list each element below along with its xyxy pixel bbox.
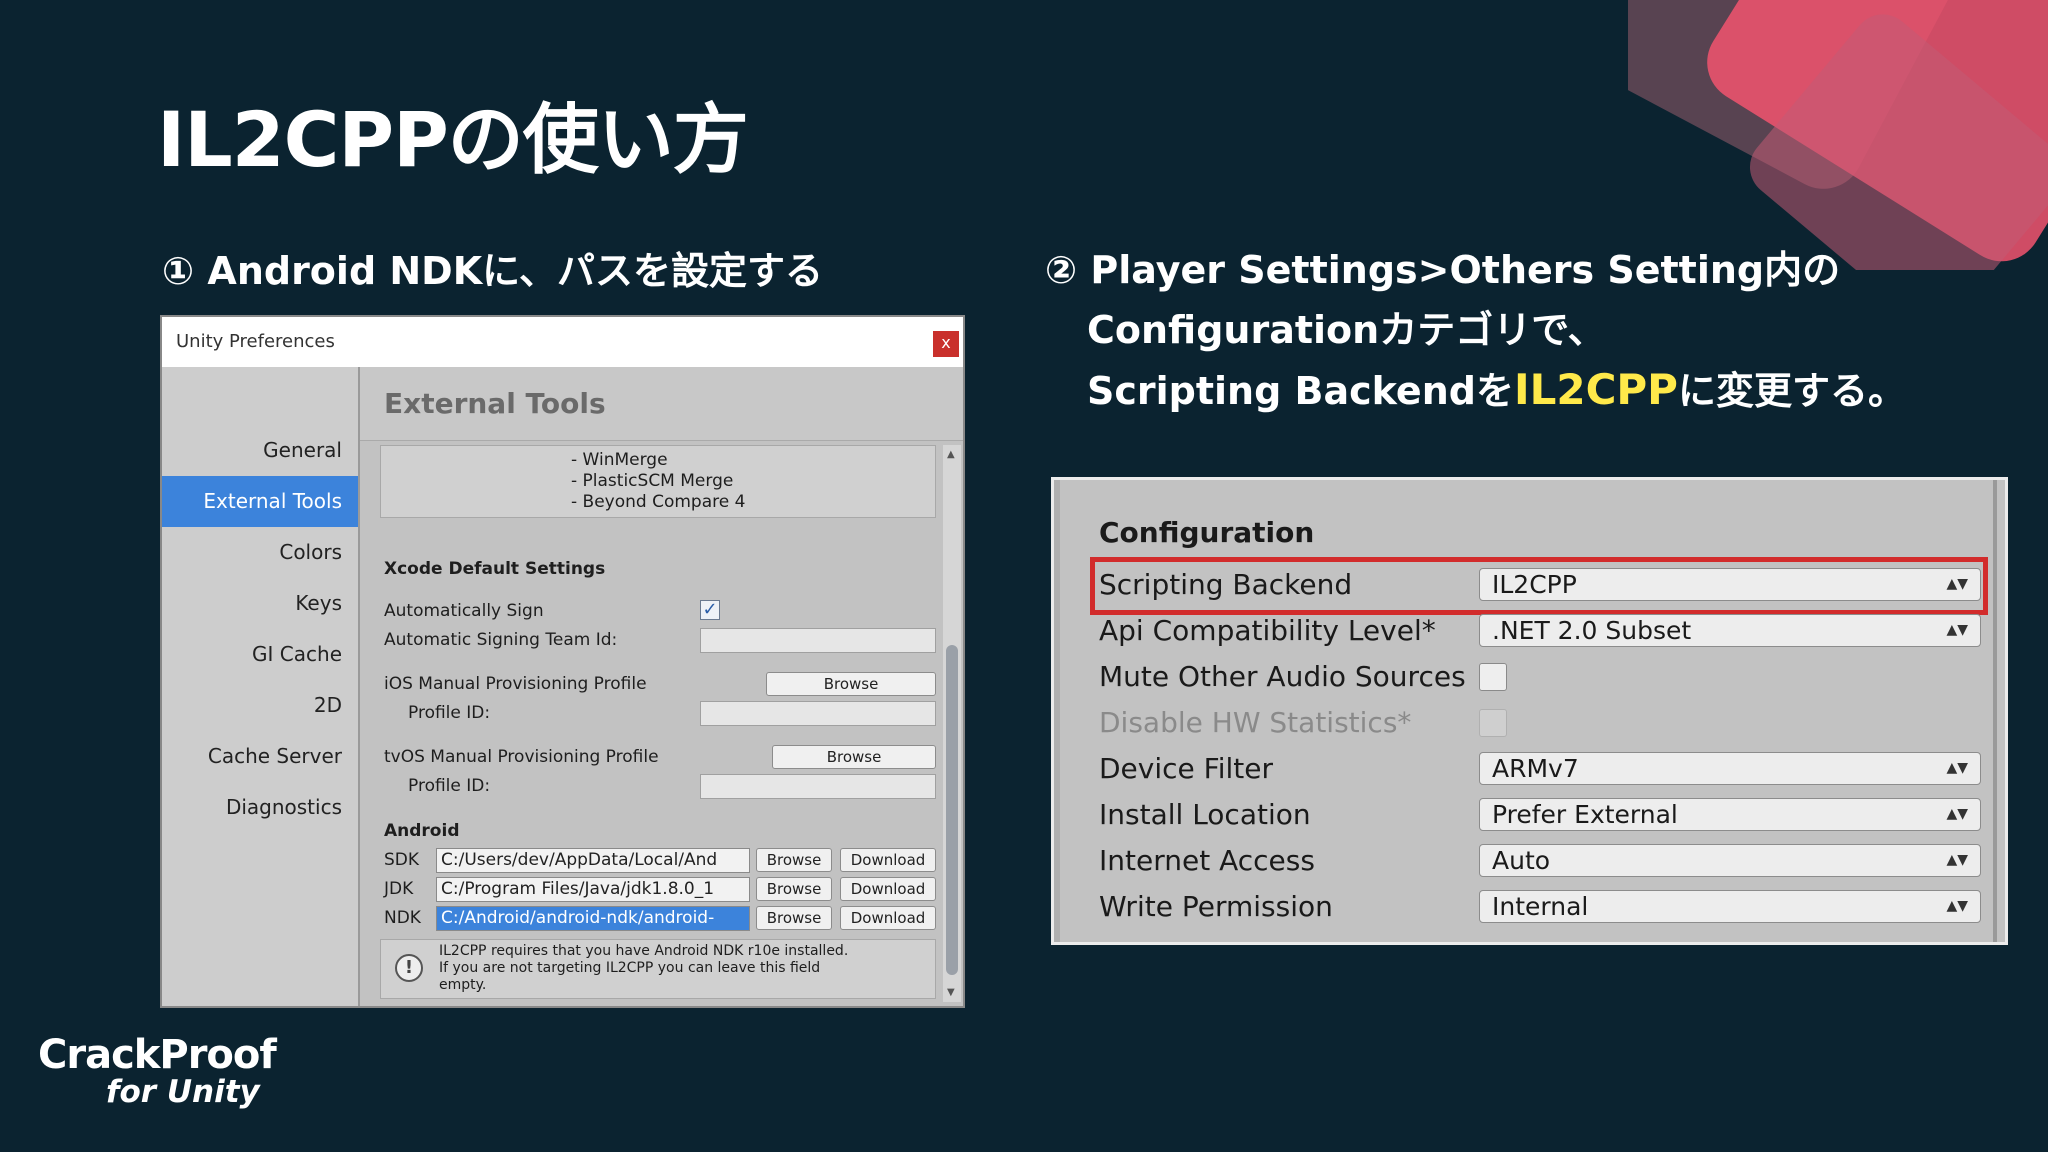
dropdown-value: Internal [1492,892,1589,921]
jdk-browse-button[interactable]: Browse [756,877,832,901]
write-permission-dropdown[interactable]: Internal ▲▼ [1479,890,1981,923]
write-permission-label: Write Permission [1099,890,1333,923]
jdk-label: JDK [384,879,414,899]
sdk-label: SDK [384,850,420,870]
crackproof-logo: CrackProof for Unity [38,1032,277,1110]
install-location-dropdown[interactable]: Prefer External ▲▼ [1479,798,1981,831]
merge-tool-item: - PlasticSCM Merge [571,471,734,491]
dropdown-value: .NET 2.0 Subset [1492,616,1692,645]
unity-preferences-window: Unity Preferences x General External Too… [160,315,965,1008]
merge-tools-list: - WinMerge - PlasticSCM Merge - Beyond C… [380,445,936,518]
decorative-shapes [1628,0,2048,270]
disable-hw-stats-label: Disable HW Statistics* [1099,706,1412,739]
ios-browse-button[interactable]: Browse [766,672,936,696]
dropdown-arrow-icon: ▲▼ [1946,806,1968,822]
window-title: Unity Preferences [176,331,335,352]
section-header: External Tools [360,367,963,441]
sidebar-item-gi-cache[interactable]: GI Cache [162,629,358,680]
dropdown-arrow-icon: ▲▼ [1946,760,1968,776]
panel-edge [1993,480,1997,942]
info-icon: ! [395,954,423,982]
xcode-heading: Xcode Default Settings [384,559,606,579]
sdk-download-button[interactable]: Download [840,848,936,872]
sidebar-item-2d[interactable]: 2D [162,680,358,731]
ios-profile-label: iOS Manual Provisioning Profile [384,674,647,694]
dropdown-arrow-icon: ▲▼ [1946,898,1968,914]
tvos-browse-button[interactable]: Browse [772,745,936,769]
mute-audio-label: Mute Other Audio Sources [1099,660,1466,693]
android-heading: Android [384,821,460,841]
internet-access-label: Internet Access [1099,844,1315,877]
logo-line2: for Unity [106,1074,260,1110]
tvos-profile-id-input[interactable] [700,774,936,799]
api-compat-dropdown[interactable]: .NET 2.0 Subset ▲▼ [1479,614,1981,647]
ndk-path-input[interactable]: C:/Android/android-ndk/android- [436,906,750,931]
install-location-label: Install Location [1099,798,1311,831]
ndk-label: NDK [384,908,421,928]
sdk-browse-button[interactable]: Browse [756,848,832,872]
mute-audio-checkbox[interactable] [1479,663,1507,691]
ndk-download-button[interactable]: Download [840,906,936,930]
dropdown-arrow-icon: ▲▼ [1946,622,1968,638]
configuration-heading: Configuration [1099,516,1315,549]
tvos-profile-id-label: Profile ID: [408,776,491,796]
device-filter-dropdown[interactable]: ARMv7 ▲▼ [1479,752,1981,785]
configuration-panel: Configuration Scripting Backend IL2CPP ▲▼… [1051,477,2008,945]
merge-tool-item: - WinMerge [571,450,668,470]
scroll-thumb[interactable] [946,645,958,975]
step2-line3-a: Scripting Backendを [1087,369,1514,413]
window-titlebar: Unity Preferences x [162,317,963,367]
sidebar-item-external-tools[interactable]: External Tools [162,476,358,527]
auto-sign-label: Automatically Sign [384,601,544,621]
device-filter-label: Device Filter [1099,752,1274,785]
sidebar-item-diagnostics[interactable]: Diagnostics [162,782,358,833]
disable-hw-stats-checkbox [1479,709,1507,737]
step2-line3: Scripting BackendをIL2CPPに変更する。 [1045,360,1906,421]
sidebar-item-general[interactable]: General [162,425,358,476]
team-id-input[interactable] [700,628,936,653]
auto-sign-checkbox[interactable]: ✓ [700,600,720,620]
note-line: IL2CPP requires that you have Android ND… [439,943,849,959]
dropdown-arrow-icon: ▲▼ [1946,852,1968,868]
scroll-down-icon[interactable]: ▼ [947,987,955,998]
ios-profile-id-input[interactable] [700,701,936,726]
step2-line2: Configurationカテゴリで、 [1087,308,1606,352]
ndk-browse-button[interactable]: Browse [756,906,832,930]
step2-line3-b: に変更する。 [1677,369,1906,413]
ios-profile-id-label: Profile ID: [408,703,491,723]
api-compat-label: Api Compatibility Level* [1099,614,1436,647]
jdk-path-input[interactable]: C:/Program Files/Java/jdk1.8.0_1 [436,877,750,902]
step2-line1: ② Player Settings>Others Setting内の [1045,248,1841,292]
il2cpp-highlight: IL2CPP [1513,365,1678,414]
dropdown-value: Prefer External [1492,800,1678,829]
vertical-scrollbar[interactable]: ▲ ▼ [943,445,961,1002]
scroll-up-icon[interactable]: ▲ [947,449,955,460]
dropdown-value: ARMv7 [1492,754,1579,783]
sidebar-item-keys[interactable]: Keys [162,578,358,629]
team-id-label: Automatic Signing Team Id: [384,630,618,650]
slide-title: IL2CPPの使い方 [157,95,749,184]
ndk-info-note: ! IL2CPP requires that you have Android … [380,939,936,999]
dropdown-value: Auto [1492,846,1551,875]
step1-caption: ① Android NDKに、パスを設定する [162,249,824,293]
sdk-path-input[interactable]: C:/Users/dev/AppData/Local/And [436,848,750,873]
tvos-profile-label: tvOS Manual Provisioning Profile [384,747,659,767]
merge-tool-item: - Beyond Compare 4 [571,492,746,512]
preferences-main: External Tools - WinMerge - PlasticSCM M… [360,367,963,1006]
step2-caption: ② Player Settings>Others Setting内の Confi… [1045,240,1906,421]
logo-line1: CrackProof [38,1032,277,1078]
internet-access-dropdown[interactable]: Auto ▲▼ [1479,844,1981,877]
preferences-sidebar: General External Tools Colors Keys GI Ca… [162,367,360,1006]
sidebar-item-cache-server[interactable]: Cache Server [162,731,358,782]
highlight-box [1090,557,1988,615]
jdk-download-button[interactable]: Download [840,877,936,901]
sidebar-item-colors[interactable]: Colors [162,527,358,578]
note-line: empty. [439,977,487,993]
note-line: If you are not targeting IL2CPP you can … [439,960,821,976]
panel-edge [1054,480,1060,942]
close-icon[interactable]: x [933,331,959,357]
